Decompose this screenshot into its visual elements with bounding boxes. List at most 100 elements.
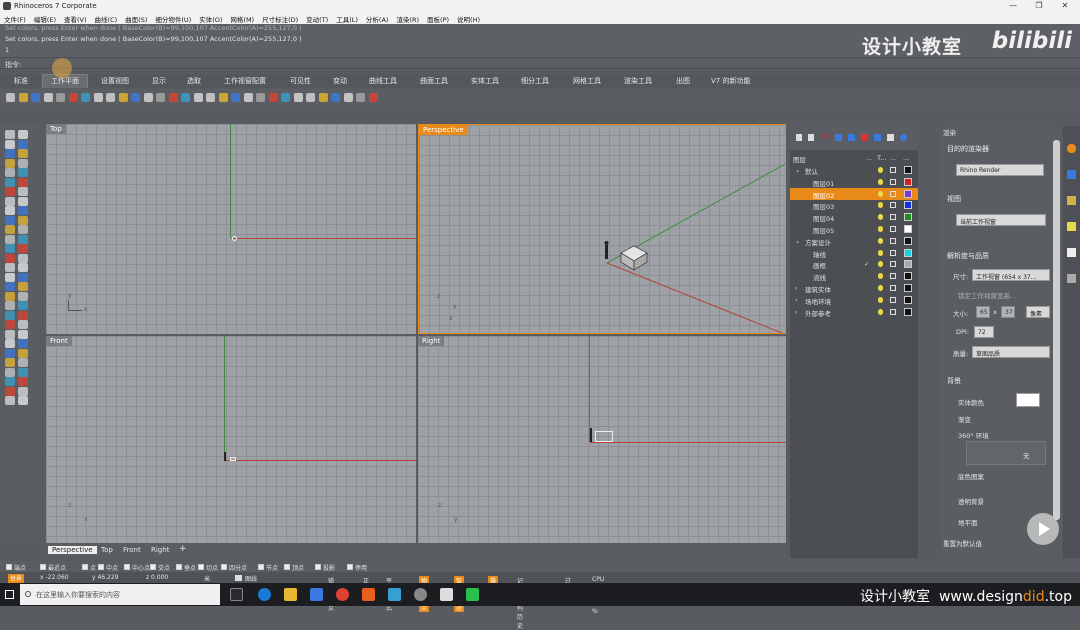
vp-tab-right[interactable]: Right bbox=[151, 546, 169, 554]
visibility-bulb-icon[interactable] bbox=[878, 202, 883, 209]
toolbar-tool-icon[interactable] bbox=[6, 93, 15, 102]
lock-icon[interactable] bbox=[890, 190, 896, 197]
store-icon[interactable] bbox=[310, 588, 323, 601]
left-tool-icon[interactable] bbox=[5, 263, 15, 272]
move-up-icon[interactable] bbox=[835, 134, 842, 141]
toolbar-tool-icon[interactable] bbox=[218, 93, 228, 102]
layer-row[interactable]: 图层04 bbox=[790, 211, 918, 223]
left-tool-icon[interactable] bbox=[5, 168, 15, 177]
lock-icon[interactable] bbox=[890, 237, 896, 244]
tab[interactable]: 显示 bbox=[152, 76, 166, 86]
render-panel-scrollbar[interactable] bbox=[1053, 140, 1060, 520]
layer-color-swatch[interactable] bbox=[904, 177, 912, 186]
left-tool-icon[interactable] bbox=[5, 234, 15, 244]
left-tool-icon[interactable] bbox=[18, 177, 28, 187]
viewport-right[interactable]: Right z y bbox=[418, 336, 786, 543]
new-layer-icon[interactable] bbox=[796, 134, 802, 141]
transparent-bg-checkbox[interactable]: 透明背景 bbox=[958, 496, 984, 506]
close-button[interactable]: ✕ bbox=[1052, 1, 1078, 10]
snap-toggle[interactable]: 四分点 bbox=[221, 563, 247, 572]
left-tool-icon[interactable] bbox=[5, 139, 15, 149]
left-tool-icon[interactable] bbox=[5, 206, 15, 215]
render-panel-icon[interactable] bbox=[1067, 170, 1076, 179]
reset-defaults-button[interactable]: 重置为默认值 bbox=[943, 538, 982, 548]
left-tool-icon[interactable] bbox=[18, 234, 28, 244]
layer-row[interactable]: › 外部参考 bbox=[790, 306, 918, 318]
visibility-bulb-icon[interactable] bbox=[878, 308, 883, 315]
bg-color-swatch[interactable] bbox=[1016, 393, 1040, 407]
left-tool-icon[interactable] bbox=[5, 310, 15, 320]
vp-tab-front[interactable]: Front bbox=[123, 546, 141, 554]
layer-color-swatch[interactable] bbox=[904, 225, 912, 233]
toolbar-tool-icon[interactable] bbox=[243, 93, 253, 102]
taskbar-search-input[interactable]: 在这里输入你要搜索的内容 bbox=[20, 584, 220, 605]
tab[interactable]: 细分工具 bbox=[521, 76, 549, 86]
left-tool-icon[interactable] bbox=[18, 310, 28, 320]
layer-row[interactable]: › 建筑实体 bbox=[790, 282, 918, 294]
vp-tab-add[interactable]: + bbox=[179, 544, 187, 554]
textures-icon[interactable] bbox=[1067, 274, 1076, 283]
left-tool-icon[interactable] bbox=[18, 196, 28, 206]
layer-color-swatch[interactable] bbox=[904, 236, 912, 245]
tab[interactable]: 渲染工具 bbox=[624, 76, 652, 86]
toolbar-tool-icon[interactable] bbox=[356, 93, 365, 102]
toolbar-tool-icon[interactable] bbox=[368, 93, 378, 102]
toolbar-tool-icon[interactable] bbox=[68, 93, 78, 102]
status-plane[interactable]: 世界 bbox=[8, 574, 25, 583]
layer-color-swatch[interactable] bbox=[904, 213, 912, 222]
tab[interactable]: 网格工具 bbox=[573, 76, 601, 86]
menu-item[interactable]: 说明(H) bbox=[453, 12, 484, 24]
layer-row[interactable]: › 场地环境 bbox=[790, 294, 918, 306]
layer-color-swatch[interactable] bbox=[904, 248, 912, 257]
tab[interactable]: 曲线工具 bbox=[369, 76, 397, 86]
tab[interactable]: 变动 bbox=[333, 76, 347, 86]
wechat-icon[interactable] bbox=[466, 588, 479, 601]
menu-item[interactable]: 分析(A) bbox=[362, 12, 393, 24]
quality-dropdown[interactable]: 草图品质 bbox=[972, 346, 1050, 358]
materials-icon[interactable] bbox=[1067, 196, 1076, 205]
layer-row[interactable]: 图层02 bbox=[790, 187, 918, 200]
menu-item[interactable]: 变动(T) bbox=[302, 12, 332, 24]
viewport-top[interactable]: Top y x bbox=[46, 124, 416, 334]
layer-row[interactable]: 轴线 bbox=[790, 247, 918, 259]
left-tool-icon[interactable] bbox=[5, 301, 15, 310]
viewport-perspective[interactable]: Perspective z y x bbox=[418, 124, 786, 334]
new-sublayer-icon[interactable] bbox=[808, 134, 814, 141]
left-tool-icon[interactable] bbox=[5, 244, 15, 253]
expand-icon[interactable]: › bbox=[795, 308, 798, 316]
left-tool-icon[interactable] bbox=[18, 206, 28, 215]
menu-item[interactable]: 查看(V) bbox=[60, 12, 91, 24]
layer-row[interactable]: 画框 ✓ bbox=[790, 258, 918, 270]
left-tool-icon[interactable] bbox=[18, 320, 28, 329]
toolbar-tool-icon[interactable] bbox=[343, 93, 353, 102]
left-tool-icon[interactable] bbox=[5, 367, 15, 377]
height-input[interactable]: 37 bbox=[1001, 306, 1015, 318]
left-tool-icon[interactable] bbox=[18, 168, 28, 177]
snap-toggle[interactable]: 顶点 bbox=[284, 563, 304, 572]
layer-row[interactable]: ⌄ 默认 bbox=[790, 164, 918, 176]
left-tool-icon[interactable] bbox=[18, 339, 28, 348]
command-prompt[interactable]: 指令: bbox=[0, 57, 1080, 69]
app-icon-3[interactable] bbox=[414, 588, 427, 601]
layer-color-swatch[interactable] bbox=[904, 201, 912, 210]
expand-icon[interactable]: › bbox=[795, 284, 798, 292]
visibility-bulb-icon[interactable] bbox=[878, 261, 883, 268]
menu-item[interactable]: 面板(P) bbox=[423, 12, 453, 24]
menu-item[interactable]: 网格(M) bbox=[226, 12, 258, 24]
toolbar-tool-icon[interactable] bbox=[331, 93, 340, 102]
left-tool-icon[interactable] bbox=[5, 396, 15, 405]
left-tool-icon[interactable] bbox=[18, 329, 28, 339]
tools-icon[interactable] bbox=[874, 134, 881, 141]
tab[interactable]: V7 的新功能 bbox=[711, 76, 750, 86]
lock-icon[interactable] bbox=[890, 273, 896, 280]
viewport-label-right[interactable]: Right bbox=[418, 336, 445, 346]
viewport-front[interactable]: Front z x bbox=[46, 336, 416, 543]
snap-toggle[interactable]: 最近点 bbox=[40, 563, 66, 572]
toolbar-tool-icon[interactable] bbox=[206, 93, 215, 102]
left-tool-icon[interactable] bbox=[5, 215, 15, 225]
bg-360-environment-radio[interactable]: 360° 环境 bbox=[958, 430, 989, 440]
left-tool-icon[interactable] bbox=[18, 396, 28, 405]
section-background[interactable]: 背景 bbox=[947, 376, 961, 386]
layer-row[interactable]: ⌄ 方案设计 bbox=[790, 235, 918, 247]
toolbar-tool-icon[interactable] bbox=[181, 93, 190, 102]
